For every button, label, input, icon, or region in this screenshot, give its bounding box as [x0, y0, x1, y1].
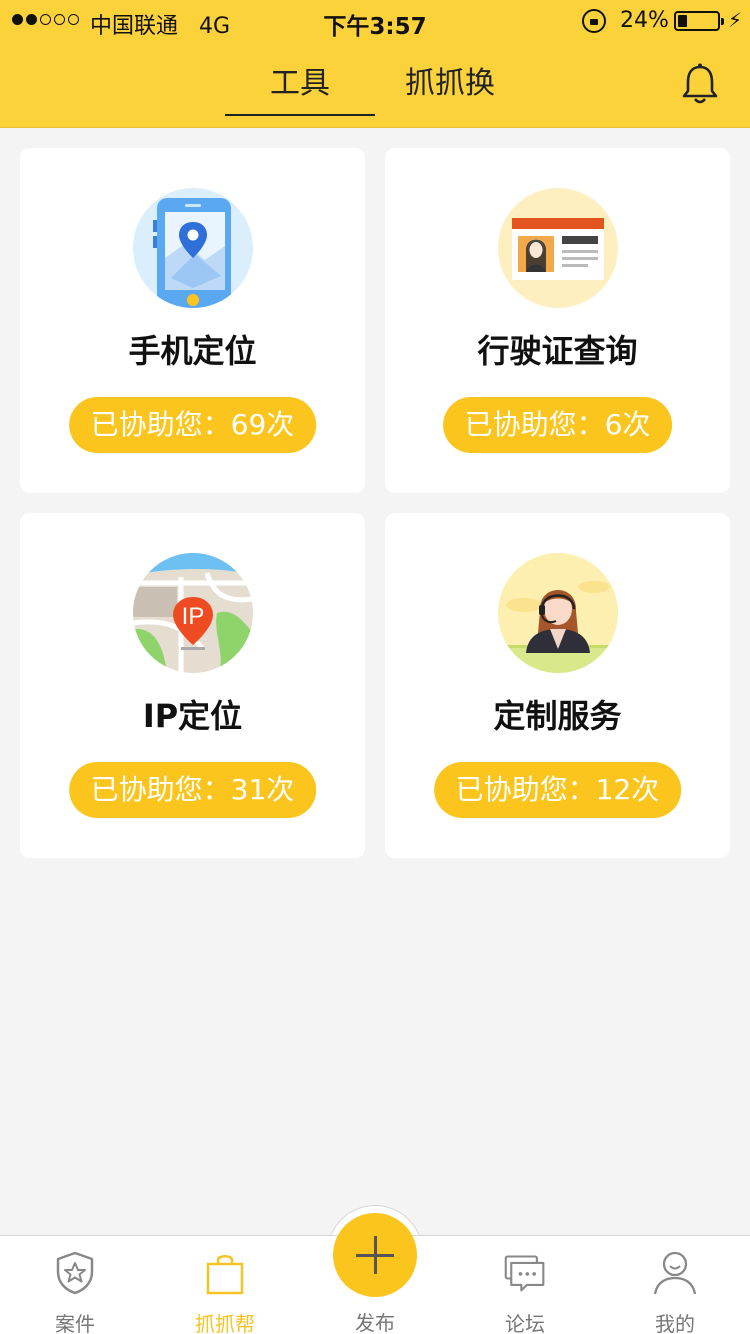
shopping-bag-icon — [206, 1255, 244, 1295]
user-icon — [653, 1251, 697, 1295]
nav-label: 论坛 — [505, 1312, 545, 1334]
status-bar: 中国联通 4G 下午3:57 24% ⚡ — [0, 0, 750, 40]
tool-card-custom-service[interactable]: 定制服务 已协助您：12次 — [385, 513, 730, 858]
phone-location-icon — [133, 188, 253, 308]
bell-icon[interactable] — [680, 62, 720, 106]
tool-card-license-query[interactable]: 行驶证查询 已协助您：6次 — [385, 148, 730, 493]
battery-icon — [674, 11, 724, 31]
customer-service-icon — [498, 553, 618, 673]
charging-icon: ⚡ — [728, 8, 743, 32]
tool-title: 行驶证查询 — [477, 332, 638, 370]
nav-label: 我的 — [655, 1312, 695, 1334]
tool-title: IP定位 — [142, 697, 243, 735]
chat-bubbles-icon — [504, 1255, 545, 1292]
tool-title: 定制服务 — [493, 697, 622, 735]
tool-card-phone-location[interactable]: 手机定位 已协助您：69次 — [20, 148, 365, 493]
tab-tools[interactable]: 工具 — [225, 60, 375, 116]
assist-count-badge: 已协助您：6次 — [442, 397, 673, 453]
shield-star-icon — [56, 1251, 94, 1295]
battery-fill — [678, 15, 687, 27]
svg-text:IP: IP — [182, 603, 205, 630]
tool-title: 手机定位 — [128, 332, 257, 370]
tool-grid: 手机定位 已协助您：69次 行驶证查询 已协助您：6次 IP IP定位 已协助您… — [20, 148, 730, 858]
assist-count-badge: 已协助您：12次 — [433, 762, 682, 818]
tab-exchange[interactable]: 抓抓换 — [375, 60, 525, 116]
ip-map-icon: IP — [133, 553, 253, 673]
tool-card-ip-location[interactable]: IP IP定位 已协助您：31次 — [20, 513, 365, 858]
nav-item-cases[interactable]: 案件 — [0, 1236, 150, 1334]
header-tabs: 工具 抓抓换 — [225, 60, 525, 116]
license-card-icon — [498, 188, 618, 308]
nav-item-help[interactable]: 抓抓帮 — [150, 1236, 300, 1334]
assist-count-badge: 已协助您：31次 — [68, 762, 317, 818]
nav-label: 抓抓帮 — [195, 1312, 255, 1334]
battery-percent: 24% — [620, 8, 669, 33]
nav-label: 案件 — [55, 1312, 95, 1334]
nav-label-publish: 发布 — [355, 1311, 395, 1334]
nav-item-mine[interactable]: 我的 — [600, 1236, 750, 1334]
assist-count-badge: 已协助您：69次 — [68, 397, 317, 453]
nav-item-forum[interactable]: 论坛 — [450, 1236, 600, 1334]
publish-plus-button[interactable] — [333, 1213, 417, 1297]
rotation-lock-icon — [582, 9, 606, 33]
header-bar: 中国联通 4G 下午3:57 24% ⚡ 工具 抓抓换 — [0, 0, 750, 128]
